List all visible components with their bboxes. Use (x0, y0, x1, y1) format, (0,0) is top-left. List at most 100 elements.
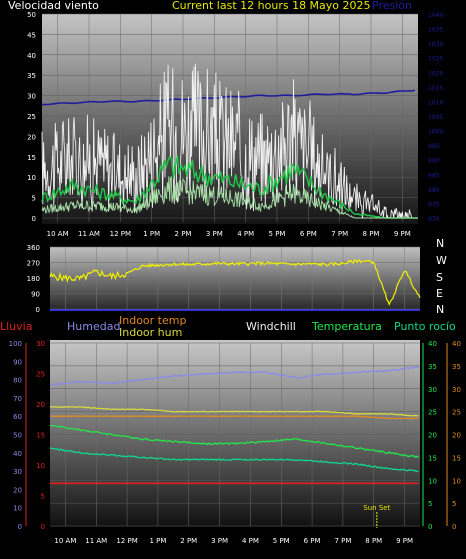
time-tick-label: 11 AM (78, 230, 100, 238)
time-tick-label: 2 PM (175, 230, 192, 238)
humidity-tick-label: 90 (13, 358, 22, 366)
wind-tick-label: 50 (27, 11, 36, 19)
humidity-tick-label: 20 (13, 486, 22, 494)
rain-tick-label: 10 (36, 462, 45, 470)
temp-tick-label: 15 (452, 454, 461, 462)
pressure-tick-label: 1020 (428, 70, 443, 77)
legend-humidity: Humedad (67, 320, 120, 333)
humidity-tick-label: 60 (13, 413, 22, 421)
legend-dewpoint: Punto rocío (394, 320, 456, 333)
time-tick-label: 10 AM (47, 230, 69, 238)
rain-tick-label: 5 (41, 493, 45, 501)
temp-tick-label: 5 (428, 500, 432, 508)
pressure-tick-label: 1005 (428, 114, 443, 121)
pressure-tick-label: 970 (428, 216, 440, 223)
temp-tick-label: 5 (452, 500, 456, 508)
pressure-tick-label: 1025 (428, 56, 443, 63)
time-tick-label: 12 PM (110, 230, 131, 238)
pressure-tick-label: 985 (428, 172, 440, 179)
chart-title: Current last 12 hours 18 Mayo 2025 (172, 0, 371, 12)
time-tick-label: 12 PM (116, 537, 137, 545)
rain-tick-label: 15 (36, 432, 45, 440)
legend-windchill: Windchill (246, 320, 296, 333)
compass-label: S (436, 271, 443, 284)
rain-tick-label: 0 (41, 523, 45, 531)
time-tick-label: 3 PM (211, 537, 228, 545)
temp-tick-label: 15 (428, 454, 437, 462)
wind-speed-title: Velocidad viento (8, 0, 99, 12)
temp-tick-label: 10 (452, 477, 461, 485)
wind-tick-label: 35 (27, 72, 36, 80)
temp-tick-label: 35 (452, 363, 461, 371)
time-axis-top: 10 AM 11 AM 12 PM 1 PM 2 PM 3 PM 4 PM 5 PM 6 PM 7… (47, 230, 411, 238)
rain-tick-label: 30 (36, 340, 45, 348)
wind-tick-label: 45 (27, 31, 36, 39)
pressure-tick-label: 995 (428, 143, 440, 150)
compass-label: W (436, 254, 447, 267)
pressure-tick-label: 990 (428, 158, 440, 165)
temp-tick-label: 25 (452, 409, 461, 417)
weather-dashboard: Velocidad viento Current last 12 hours 1… (0, 0, 466, 555)
wind-tick-label: 30 (27, 93, 36, 101)
time-tick-label: 5 PM (269, 230, 286, 238)
legend-temperature: Temperatura (311, 320, 382, 333)
legend: Lluvia Humedad Indoor temp Indoor hum Wi… (0, 314, 456, 339)
compass-labels: NWSEN (436, 237, 447, 316)
humidity-tick-label: 100 (9, 340, 22, 348)
time-tick-label: 1 PM (143, 230, 160, 238)
temperature-axis-inner: 0 5 10 15 20 25 30 35 40 (422, 340, 437, 531)
compass-label: N (436, 303, 444, 316)
pressure-axis: 970 975 980 985 990 995 1000 1005 1010 1015 1020 10… (428, 12, 443, 223)
time-tick-label: 1 PM (149, 537, 166, 545)
time-tick-label: 5 PM (273, 537, 290, 545)
rain-tick-label: 20 (36, 401, 45, 409)
temp-tick-label: 40 (452, 340, 461, 348)
time-tick-label: 8 PM (363, 230, 380, 238)
temperature-axis-outer: 0 5 10 15 20 25 30 35 40 (446, 340, 461, 531)
humidity-tick-label: 0 (18, 523, 22, 531)
wind-tick-label: 20 (27, 133, 36, 141)
direction-tick-label: 270 (27, 260, 40, 268)
time-tick-label: 3 PM (206, 230, 223, 238)
time-tick-label: 8 PM (365, 537, 382, 545)
wind-tick-label: 10 (27, 174, 36, 182)
temp-tick-label: 0 (452, 523, 456, 531)
humidity-tick-label: 80 (13, 377, 22, 385)
pressure-tick-label: 1035 (428, 27, 443, 34)
pressure-tick-label: 975 (428, 201, 440, 208)
compass-label: N (436, 237, 444, 250)
legend-rain: Lluvia (0, 320, 32, 333)
time-tick-label: 4 PM (237, 230, 254, 238)
wind-tick-label: 0 (32, 215, 36, 223)
weather-charts: Velocidad viento Current last 12 hours 1… (0, 0, 461, 545)
wind-speed-axis: 0 5 10 15 20 25 30 35 40 45 50 (27, 11, 36, 223)
direction-tick-label: 90 (31, 291, 40, 299)
rain-tick-label: 25 (36, 371, 45, 379)
direction-axis: 0 90 180 270 360 (27, 244, 40, 314)
time-tick-label: 6 PM (304, 537, 321, 545)
temp-tick-label: 40 (428, 340, 437, 348)
temp-tick-label: 35 (428, 363, 437, 371)
humidity-tick-label: 70 (13, 395, 22, 403)
wind-tick-label: 5 (32, 195, 36, 203)
pressure-tick-label: 980 (428, 187, 440, 194)
temp-tick-label: 25 (428, 409, 437, 417)
temp-tick-label: 30 (452, 386, 461, 394)
wind-tick-label: 15 (27, 154, 36, 162)
time-tick-label: 4 PM (242, 537, 259, 545)
time-tick-label: 6 PM (300, 230, 317, 238)
time-tick-label: 9 PM (396, 537, 413, 545)
direction-tick-label: 0 (36, 306, 40, 314)
temp-tick-label: 10 (428, 477, 437, 485)
humidity-tick-label: 50 (13, 432, 22, 440)
sunset-label: Sun Set (363, 504, 390, 512)
humidity-tick-label: 40 (13, 450, 22, 458)
pressure-title: Presión (372, 0, 412, 12)
temp-tick-label: 20 (428, 432, 437, 440)
direction-tick-label: 360 (27, 244, 40, 252)
temp-tick-label: 20 (452, 432, 461, 440)
time-tick-label: 10 AM (54, 537, 76, 545)
time-tick-label: 7 PM (331, 230, 348, 238)
time-tick-label: 11 AM (85, 537, 107, 545)
wind-tick-label: 40 (27, 52, 36, 60)
